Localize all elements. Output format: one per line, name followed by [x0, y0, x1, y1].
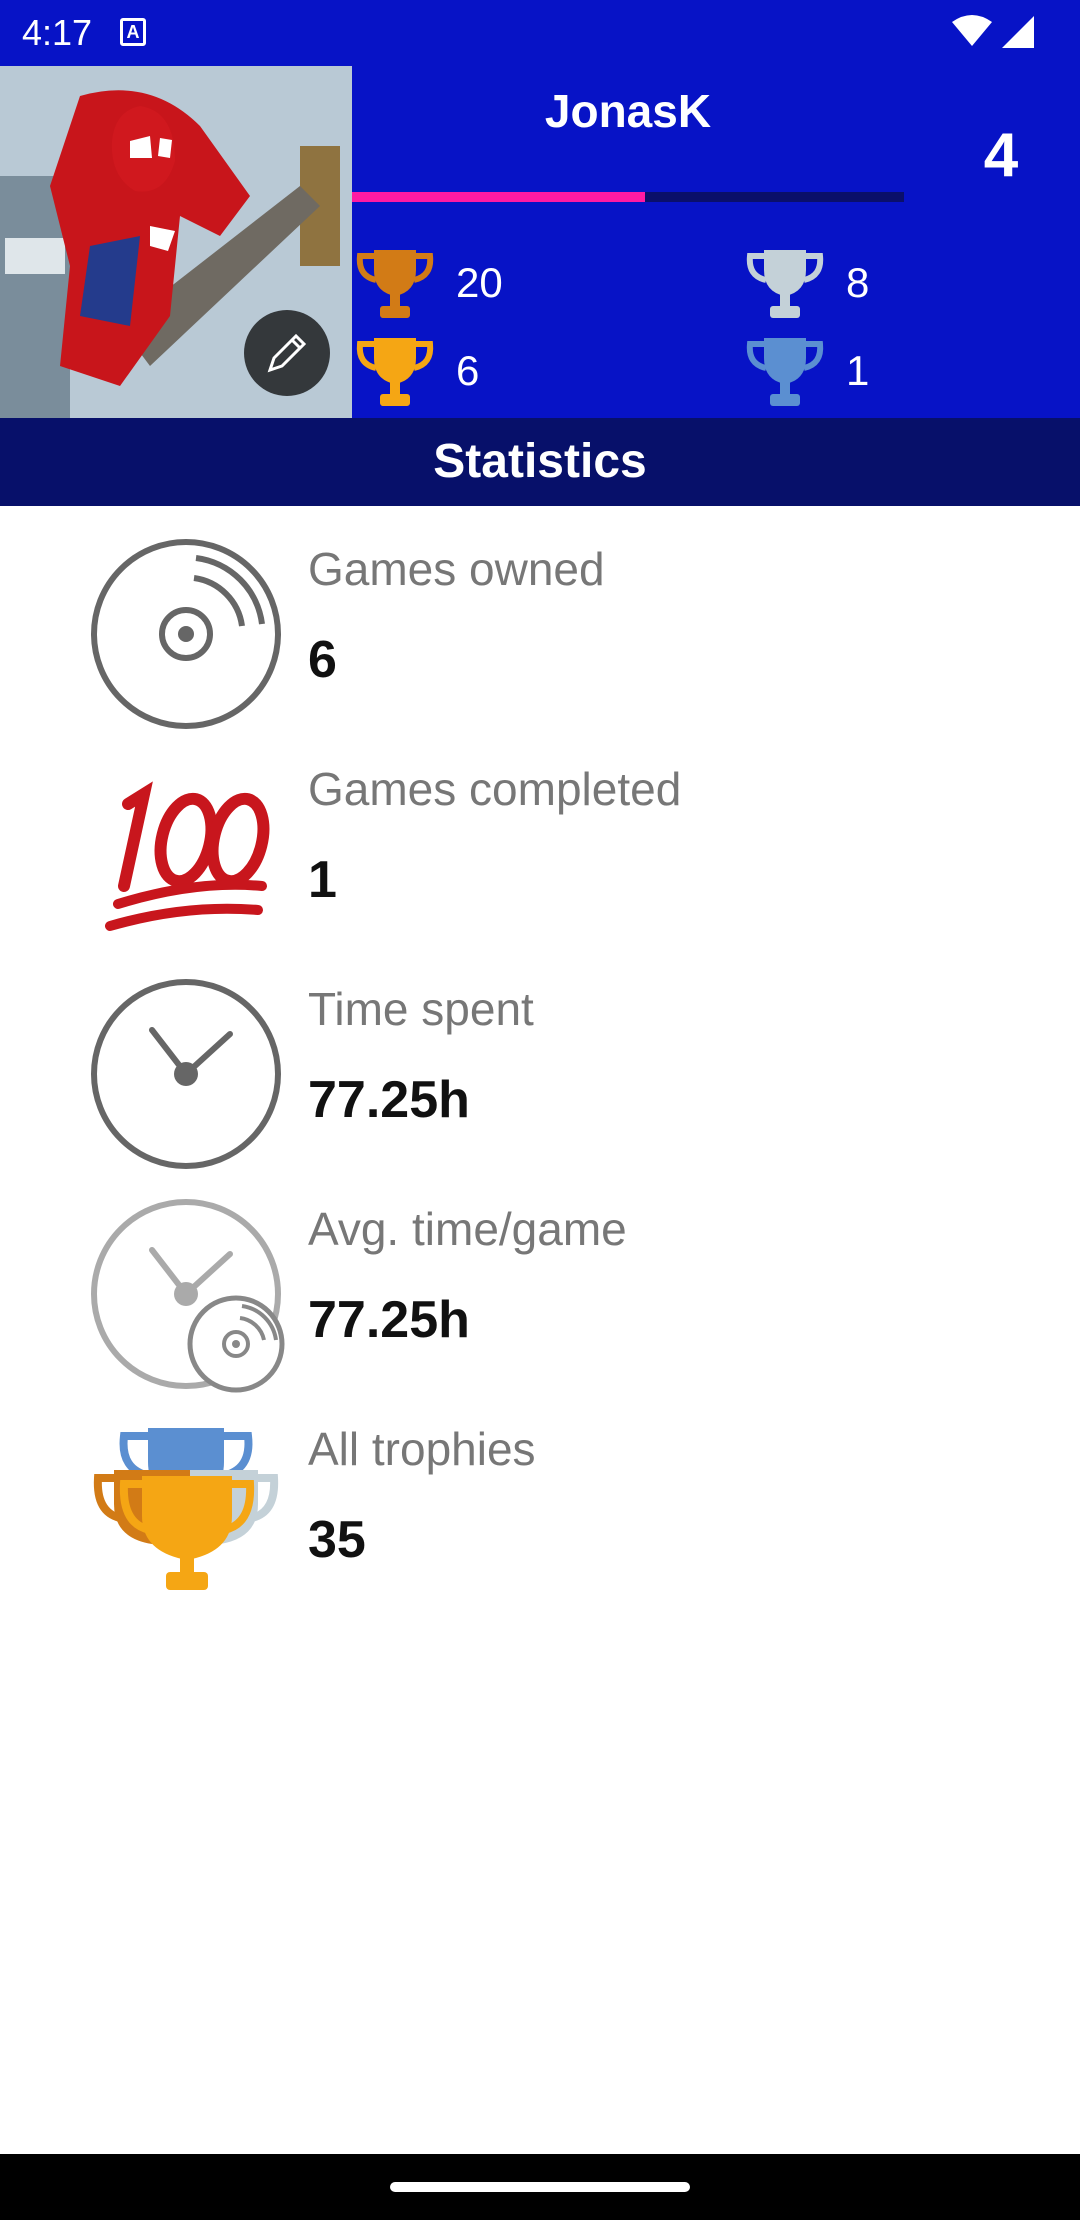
stat-games-completed: Games completed 1 [0, 732, 1080, 952]
hundred-points-icon [86, 754, 286, 954]
trophies-stack-icon [86, 1414, 286, 1614]
bronze-trophy-icon [356, 250, 434, 318]
username: JonasK [544, 85, 712, 137]
stat-label: Games completed [308, 763, 682, 815]
status-bar: 4:17 A [0, 0, 1080, 66]
gold-trophy-count: 6 [354, 334, 479, 408]
stat-all-trophies: All trophies 35 [0, 1392, 1080, 1612]
level-number: 4 [983, 121, 1019, 190]
stat-label: Time spent [308, 983, 534, 1035]
gold-count: 6 [456, 347, 480, 394]
stat-games-owned: Games owned 6 [0, 512, 1080, 732]
home-gesture-bar[interactable] [390, 2182, 690, 2192]
stat-value: 77.25h [308, 1291, 470, 1349]
stat-label: Games owned [308, 543, 605, 595]
platinum-trophy-count: 1 [744, 334, 869, 408]
profile-header: JonasK 4 20 8 6 1 [0, 66, 1080, 418]
stat-avg-time: Avg. time/game 77.25h [0, 1172, 1080, 1394]
silver-count: 8 [846, 259, 870, 306]
clock-disc-icon [86, 1194, 286, 1394]
platinum-trophy-icon [746, 338, 824, 406]
stat-value: 77.25h [308, 1071, 470, 1129]
stat-value: 6 [308, 631, 337, 689]
system-nav-bar [0, 2154, 1080, 2220]
status-time: 4:17 [22, 12, 93, 53]
stat-value: 35 [308, 1511, 366, 1569]
stat-value: 1 [308, 851, 337, 909]
stat-time-spent: Time spent 77.25h [0, 952, 1080, 1172]
pencil-icon [267, 333, 307, 373]
silver-trophy-icon [746, 250, 824, 318]
disc-icon [86, 534, 286, 734]
wifi-signal-icon [952, 15, 1034, 48]
gold-trophy-icon [356, 338, 434, 406]
stat-label: Avg. time/game [308, 1203, 627, 1255]
notification-icon: A [120, 18, 146, 46]
platinum-count: 1 [846, 347, 870, 394]
status-icons [950, 14, 1040, 55]
bronze-count: 20 [456, 259, 503, 306]
clock-icon [86, 974, 286, 1174]
stat-label: All trophies [308, 1423, 536, 1475]
silver-trophy-count: 8 [744, 246, 869, 320]
level-progress-fill [352, 192, 645, 202]
level-progress-bar [352, 192, 904, 202]
bronze-trophy-count: 20 [354, 246, 503, 320]
avatar[interactable] [0, 66, 352, 418]
edit-avatar-button[interactable] [244, 310, 330, 396]
section-title: Statistics [0, 418, 1080, 506]
